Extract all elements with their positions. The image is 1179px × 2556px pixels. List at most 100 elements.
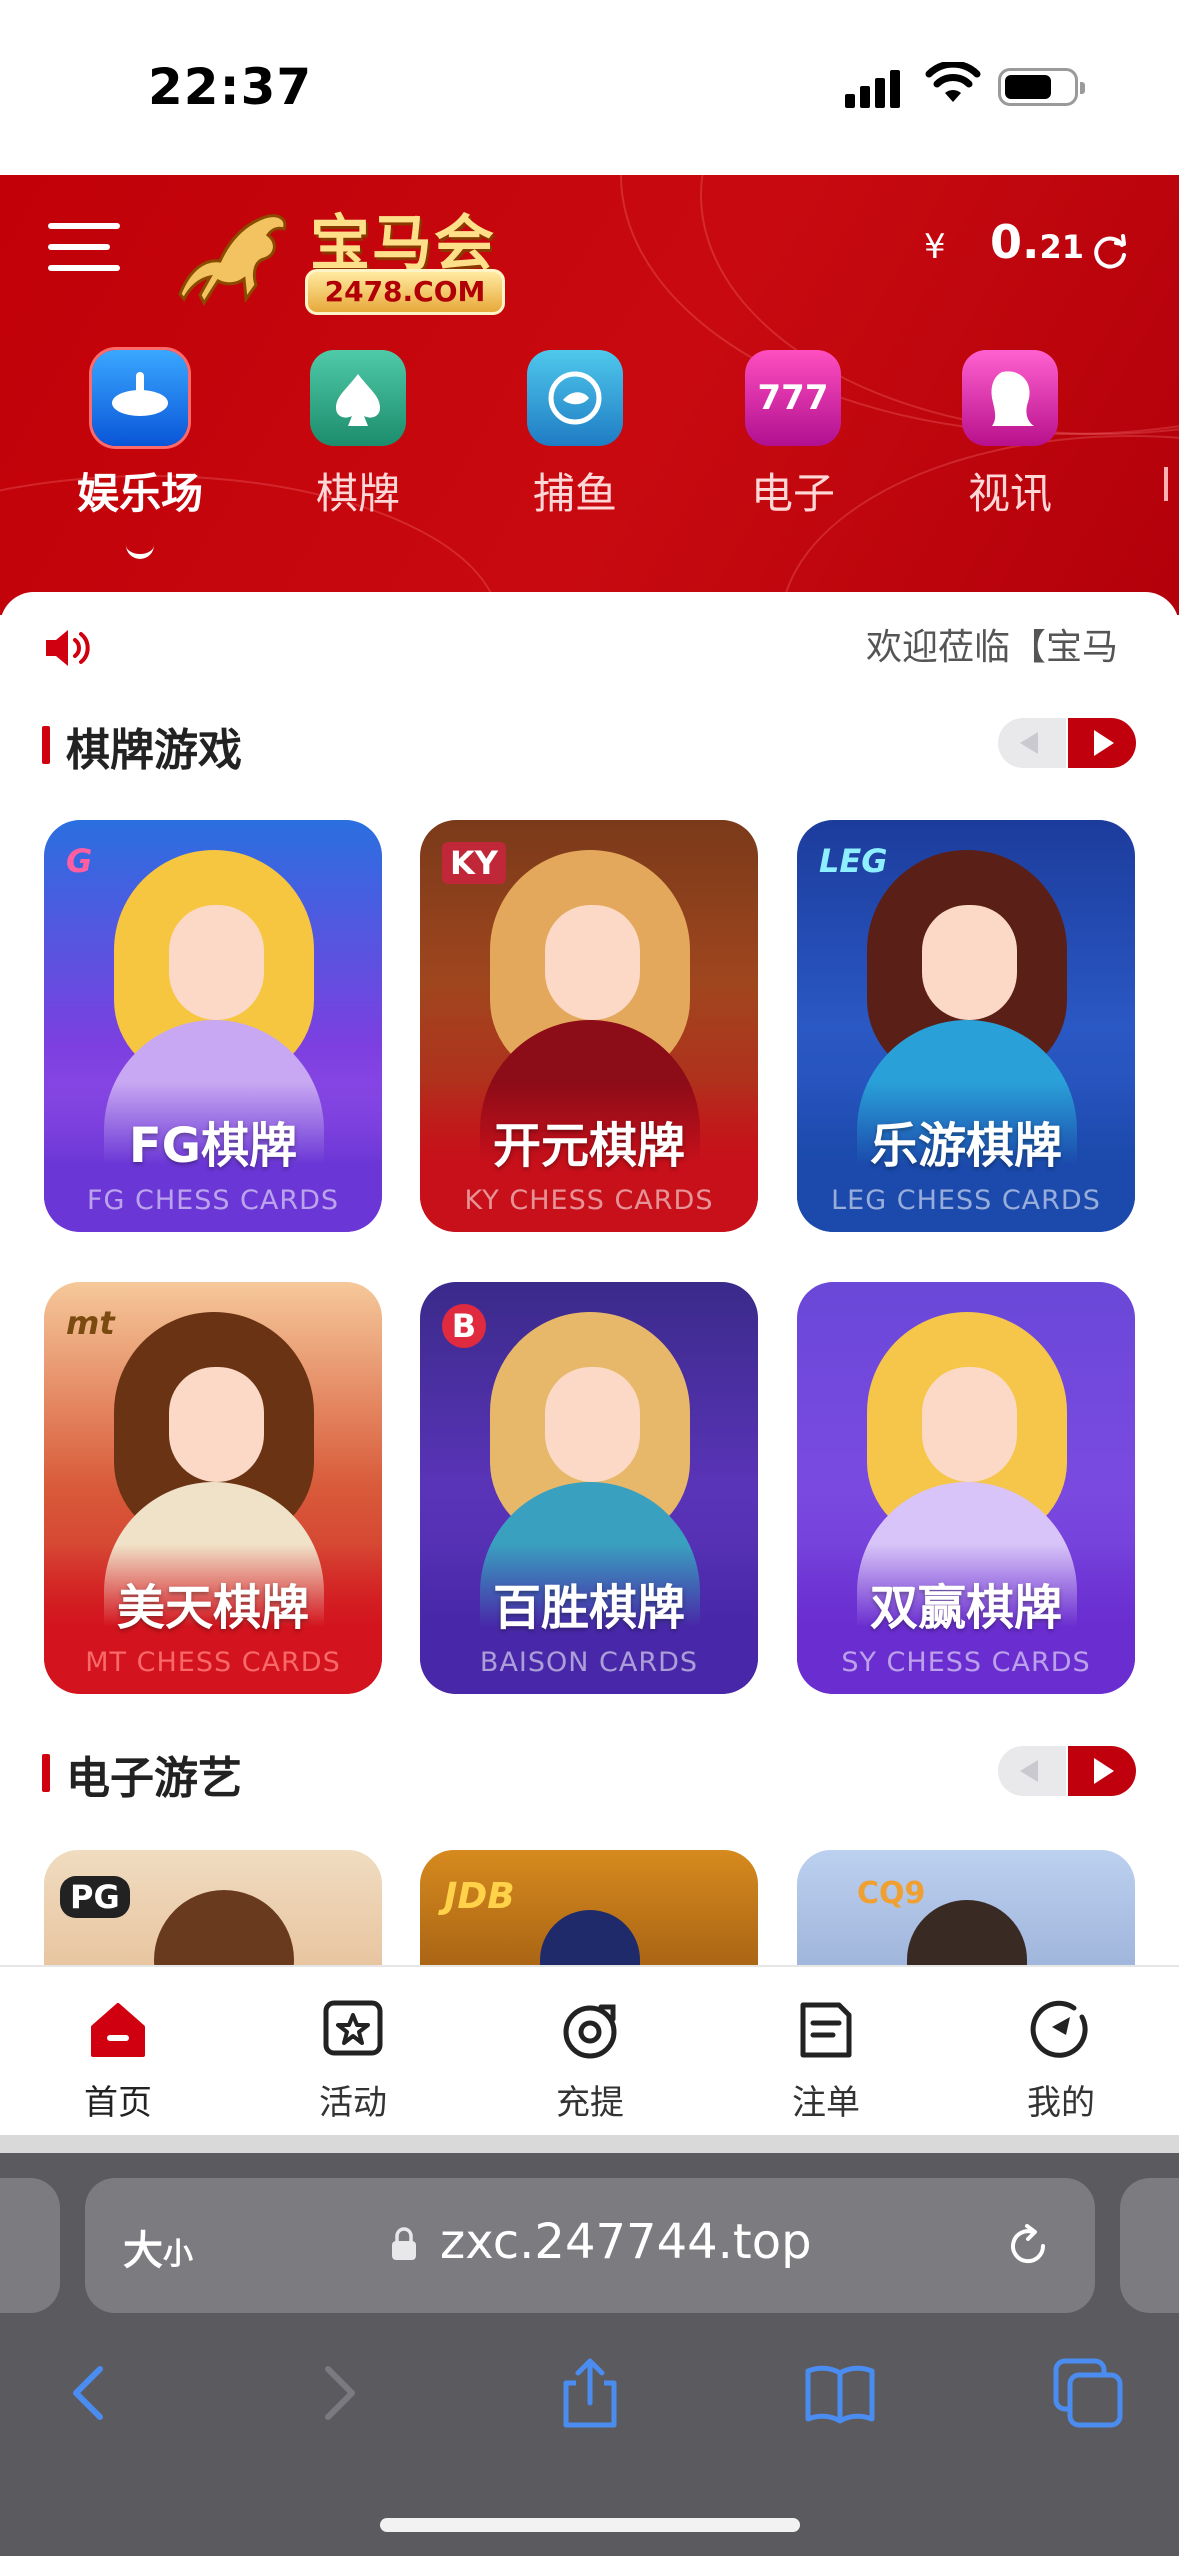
app-header: 宝马会 2478.COM ¥ 0.21 娱乐场 棋牌 捕鱼 777 电子 视讯 [0,175,1179,615]
category-label: 棋牌 [315,469,400,518]
slot-badge: PG [60,1876,130,1918]
nav-activity[interactable]: 活动 [283,1997,423,2124]
nav-profile[interactable]: 我的 [991,1997,1131,2124]
activity-star-icon [323,2000,383,2056]
game-card-subtitle: BAISON CARDS [479,1647,699,1678]
game-card-fg[interactable]: G FG棋牌 FG CHESS CARDS [44,820,382,1232]
chess-next-button[interactable] [1068,718,1136,768]
live-dealer-icon [962,350,1058,446]
deposit-withdraw-icon [563,2004,617,2059]
slot-card-cq9[interactable]: CQ9 [797,1850,1135,1967]
url-text: zxc.247744.top [440,2214,812,2270]
slot-badge: CQ9 [857,1876,926,1911]
nav-label: 我的 [1027,2083,1095,2123]
more-categories-edge [1164,467,1168,501]
nav-deposit[interactable]: 充提 [520,1997,660,2124]
roulette-icon [92,350,188,446]
game-card-subtitle: LEG CHESS CARDS [831,1185,1101,1216]
slots-next-button[interactable] [1068,1746,1136,1796]
nav-bets[interactable]: 注单 [756,1997,896,2124]
nav-label: 首页 [84,2083,152,2123]
game-card-ky[interactable]: KY 开元棋牌 KY CHESS CARDS [420,820,758,1232]
game-card-badge: KY [442,842,506,884]
balance-amount: 0.21 [990,215,1084,269]
tabs-icon[interactable] [1048,2353,1128,2433]
bookmarks-icon[interactable] [800,2353,880,2433]
chess-pager [998,718,1136,768]
game-card-subtitle: SY CHESS CARDS [841,1647,1091,1678]
share-icon[interactable] [550,2353,630,2433]
profile-icon [1030,2000,1088,2058]
status-bar: 22:37 [0,0,1179,175]
category-label: 捕鱼 [532,469,617,518]
logo-domain-plate: 2478.COM [305,269,505,315]
page-bottom-peek [0,2135,1179,2153]
game-card-title: 双赢棋牌 [869,1580,1062,1636]
text-size-button[interactable]: 大小 [123,2218,193,2276]
main-content: 欢迎莅临【宝马 棋牌游戏 G FG棋牌 FG CHESS CARDS KY 开元… [0,592,1179,1967]
wifi-icon [925,62,981,102]
brand-logo: 宝马会 2478.COM [160,189,520,319]
bet-slip-icon [800,2002,852,2058]
slot-card-jdb[interactable]: JDB [420,1850,758,1967]
nav-label: 注单 [792,2083,860,2123]
game-card-badge: LEG [819,842,888,880]
previous-tab-preview[interactable] [0,2178,60,2313]
slots-prev-button[interactable] [998,1746,1066,1796]
address-bar[interactable]: 大小 zxc.247744.top [85,2178,1095,2313]
horse-logo-icon [178,214,287,307]
status-time: 22:37 [148,58,313,116]
reload-icon[interactable] [1003,2220,1053,2270]
category-label: 视讯 [967,469,1052,518]
category-tab-casino[interactable]: 娱乐场 [60,350,220,521]
menu-button[interactable] [48,217,120,277]
cellular-signal-icon [845,68,905,108]
section-title-slots: 电子游艺 [42,1742,242,1806]
game-card-title: 百胜棋牌 [492,1580,685,1636]
game-card-leg[interactable]: LEG 乐游棋牌 LEG CHESS CARDS [797,820,1135,1232]
game-card-subtitle: MT CHESS CARDS [85,1647,341,1678]
lock-icon [392,2227,416,2260]
home-icon [91,2003,145,2057]
game-card-badge: B [442,1304,486,1348]
nav-home[interactable]: 首页 [48,1997,188,2124]
game-card-title: 美天棋牌 [116,1580,309,1636]
next-tab-preview[interactable] [1120,2178,1179,2313]
section-title-chess: 棋牌游戏 [42,714,242,778]
category-label: 娱乐场 [76,469,203,518]
game-card-subtitle: FG CHESS CARDS [86,1185,340,1216]
category-tab-chess[interactable]: 棋牌 [278,350,438,521]
forward-icon[interactable] [300,2353,380,2433]
spade-icon [310,350,406,446]
category-tab-fishing[interactable]: 捕鱼 [495,350,655,521]
announcement-marquee[interactable]: 欢迎莅临【宝马 [866,618,1138,670]
speaker-icon [46,630,90,666]
currency-symbol: ¥ [924,227,946,267]
game-card-title: FG棋牌 [128,1118,298,1174]
game-card-badge: mt [66,1304,115,1342]
balance-cents: 21 [1039,228,1085,266]
game-card-title: 乐游棋牌 [869,1118,1062,1174]
text-size-large: 大 [123,2228,163,2274]
game-card-baison[interactable]: B 百胜棋牌 BAISON CARDS [420,1282,758,1694]
chess-prev-button[interactable] [998,718,1066,768]
home-indicator[interactable] [380,2518,800,2532]
nav-label: 充提 [556,2083,624,2123]
fish-icon [527,350,623,446]
browser-toolbar: 大小 zxc.247744.top [0,2153,1179,2556]
slot-badge: JDB [444,1876,515,1917]
game-card-sy[interactable]: 双赢棋牌 SY CHESS CARDS [797,1282,1135,1694]
refresh-balance-icon[interactable] [1090,231,1130,271]
game-card-badge: G [66,842,93,880]
category-tab-slots[interactable]: 777 电子 [713,350,873,521]
back-icon[interactable] [48,2353,128,2433]
category-tab-live[interactable]: 视讯 [930,350,1090,521]
game-card-mt[interactable]: mt 美天棋牌 MT CHESS CARDS [44,1282,382,1694]
category-label: 电子 [750,469,835,518]
logo-domain: 2478.COM [324,275,486,308]
game-card-subtitle: KY CHESS CARDS [464,1185,714,1216]
slots-pager [998,1746,1136,1796]
game-card-title: 开元棋牌 [492,1118,685,1174]
balance-main: 0. [990,215,1040,269]
slot-card-pg[interactable]: PG [44,1850,382,1967]
